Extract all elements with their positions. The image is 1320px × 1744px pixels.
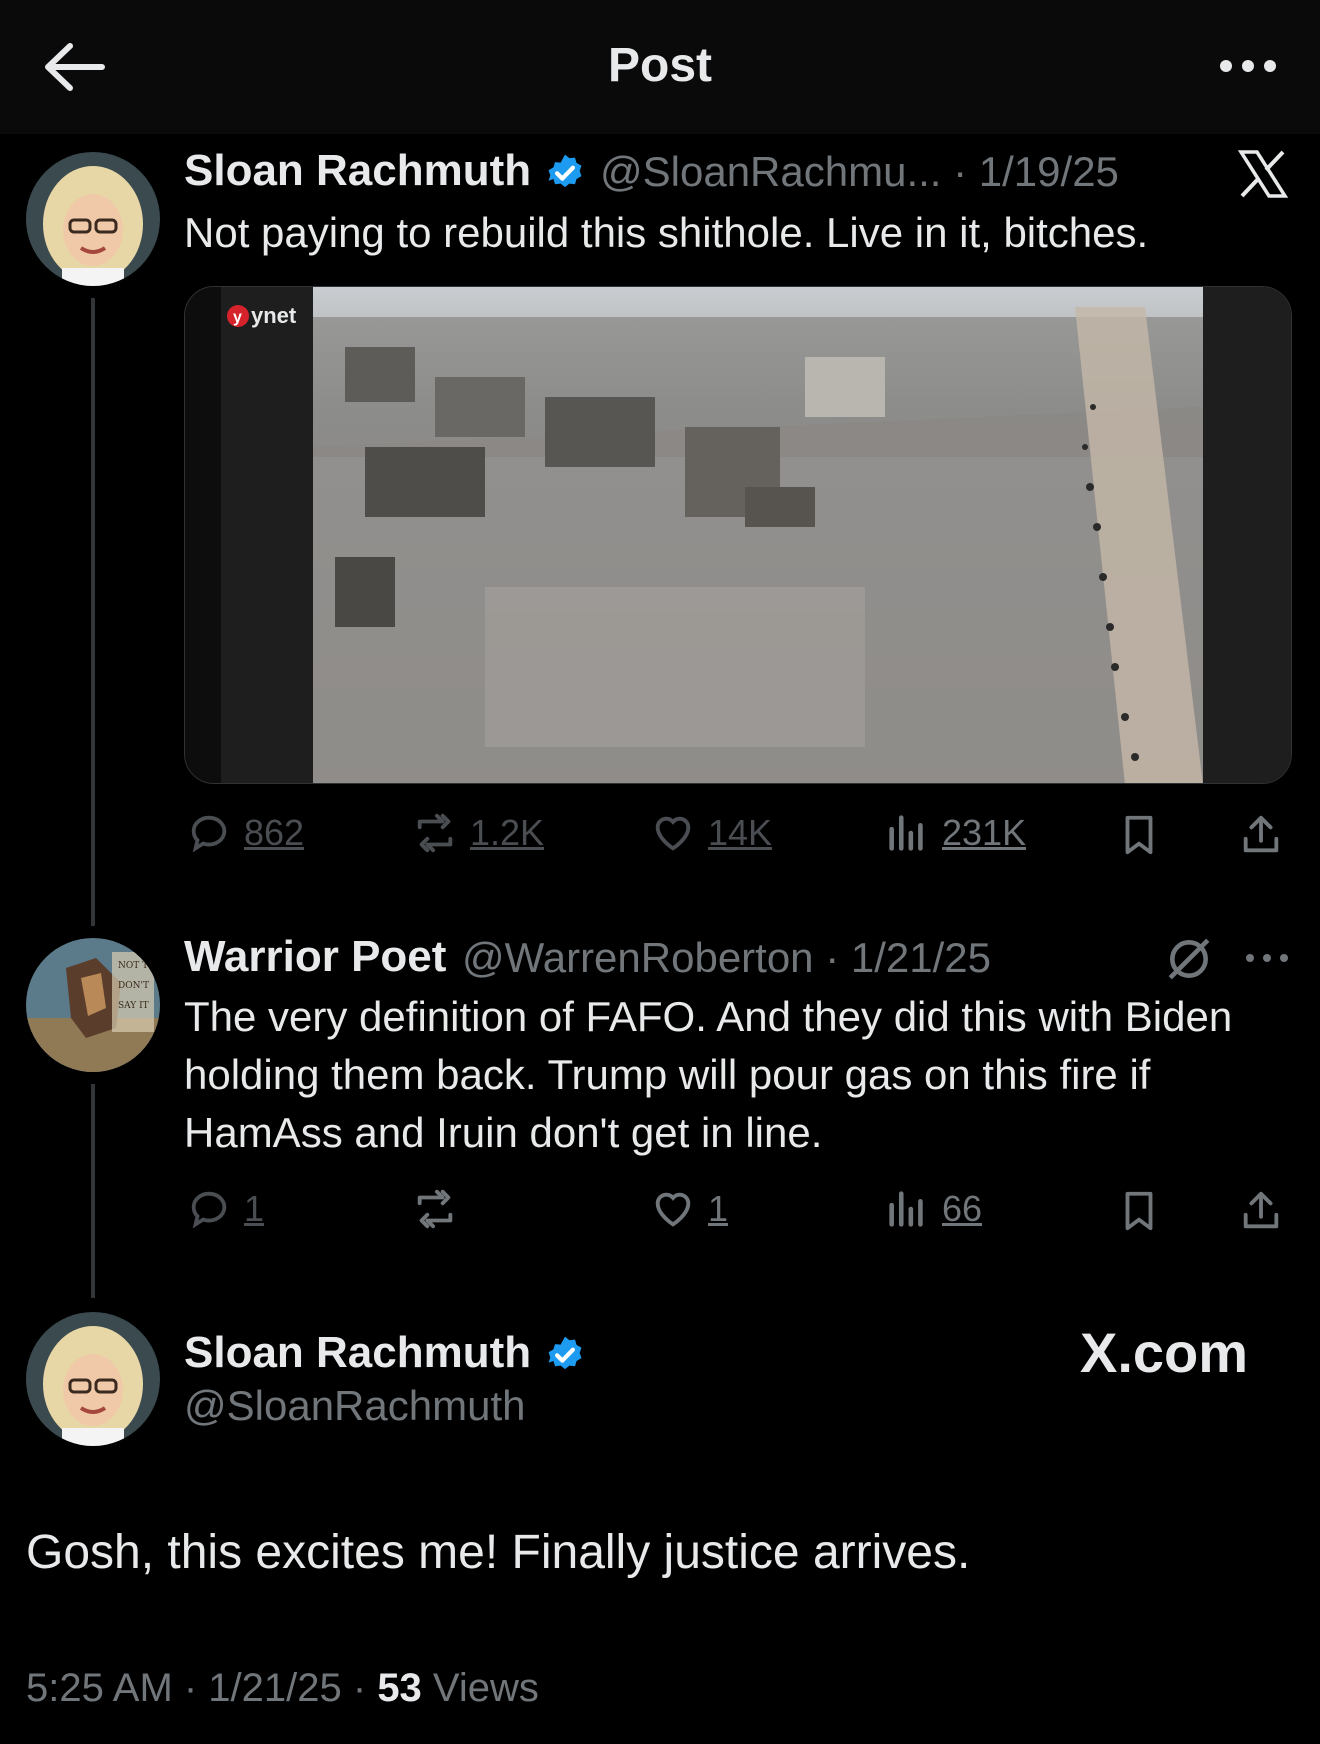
like-button[interactable]: 1: [650, 1186, 728, 1232]
share-icon[interactable]: [1238, 812, 1284, 858]
svg-text:y: y: [233, 309, 242, 326]
post-timestamp[interactable]: 5:25 AM · 1/21/25 ·: [26, 1666, 377, 1710]
svg-text:NOT TRUE: NOT TRUE: [118, 961, 160, 971]
share-icon[interactable]: [1238, 1188, 1284, 1234]
like-button[interactable]: 14K: [650, 810, 772, 856]
top-bar: Post: [0, 0, 1320, 134]
repost-button[interactable]: 1.2K: [412, 810, 544, 856]
page-title: Post: [607, 39, 712, 92]
reply-icon: [191, 1191, 227, 1229]
views-bar-chart-icon: [889, 815, 923, 851]
media-watermark: ynet: [251, 303, 297, 328]
post-text: Gosh, this excites me! Finally justice a…: [26, 1526, 971, 1579]
post-timestamp-line: 5:25 AM · 1/21/25 · 53 Views: [26, 1666, 539, 1711]
view-count[interactable]: 53: [377, 1666, 422, 1710]
handle-and-date: @SloanRachmu... · 1/19/25: [600, 148, 1119, 195]
thread-line: [91, 1084, 95, 1298]
author-handle[interactable]: @SloanRachmuth: [184, 1382, 525, 1430]
handle-and-date: @WarrenRoberton · 1/21/25: [462, 934, 991, 981]
grok-icon[interactable]: [1164, 934, 1214, 984]
views-button[interactable]: 231K: [884, 810, 1026, 856]
repost-count: 1.2K: [470, 812, 545, 853]
views-count: 66: [942, 1188, 983, 1229]
author-name[interactable]: Sloan Rachmuth: [184, 1328, 531, 1378]
avatar[interactable]: [26, 152, 160, 286]
reply-button[interactable]: 862: [186, 810, 304, 856]
repost-icon: [417, 813, 453, 853]
post-text: Not paying to rebuild this shithole. Liv…: [184, 209, 1149, 256]
reply-count: 862: [244, 812, 305, 853]
more-options-icon[interactable]: [1244, 946, 1290, 970]
x-logo-icon: [1238, 150, 1288, 198]
bookmark-icon[interactable]: [1116, 1188, 1162, 1234]
heart-icon: [655, 816, 691, 851]
verified-badge-icon: [548, 154, 582, 188]
repost-button[interactable]: [412, 1186, 458, 1232]
avatar[interactable]: NOT TRUE DON'T SAY IT: [26, 938, 160, 1072]
avatar[interactable]: [26, 1312, 160, 1446]
bookmark-icon[interactable]: [1116, 812, 1162, 858]
author-name[interactable]: Warrior Poet: [184, 932, 446, 982]
views-count: 231K: [942, 812, 1027, 853]
like-count: 1: [708, 1188, 729, 1229]
reply-icon: [191, 815, 227, 853]
views-button[interactable]: 66: [884, 1186, 982, 1232]
views-label: Views: [421, 1666, 539, 1710]
svg-text:SAY IT: SAY IT: [118, 1001, 149, 1011]
reply-button[interactable]: 1: [186, 1186, 264, 1232]
svg-text:DON'T: DON'T: [118, 981, 149, 991]
reply-count: 1: [244, 1188, 265, 1229]
heart-icon: [655, 1192, 691, 1227]
like-count: 14K: [708, 812, 773, 853]
views-bar-chart-icon: [889, 1191, 923, 1227]
author-name[interactable]: Sloan Rachmuth: [184, 146, 531, 196]
reply-text: The very definition of FAFO. And they di…: [184, 993, 1233, 1156]
more-options-icon[interactable]: [1216, 44, 1280, 88]
x-com-brand: X.com: [1080, 1321, 1249, 1384]
repost-icon: [417, 1189, 453, 1229]
post-media-image[interactable]: y ynet: [184, 286, 1292, 784]
verified-badge-icon: [548, 1336, 582, 1370]
thread-line: [91, 298, 95, 926]
